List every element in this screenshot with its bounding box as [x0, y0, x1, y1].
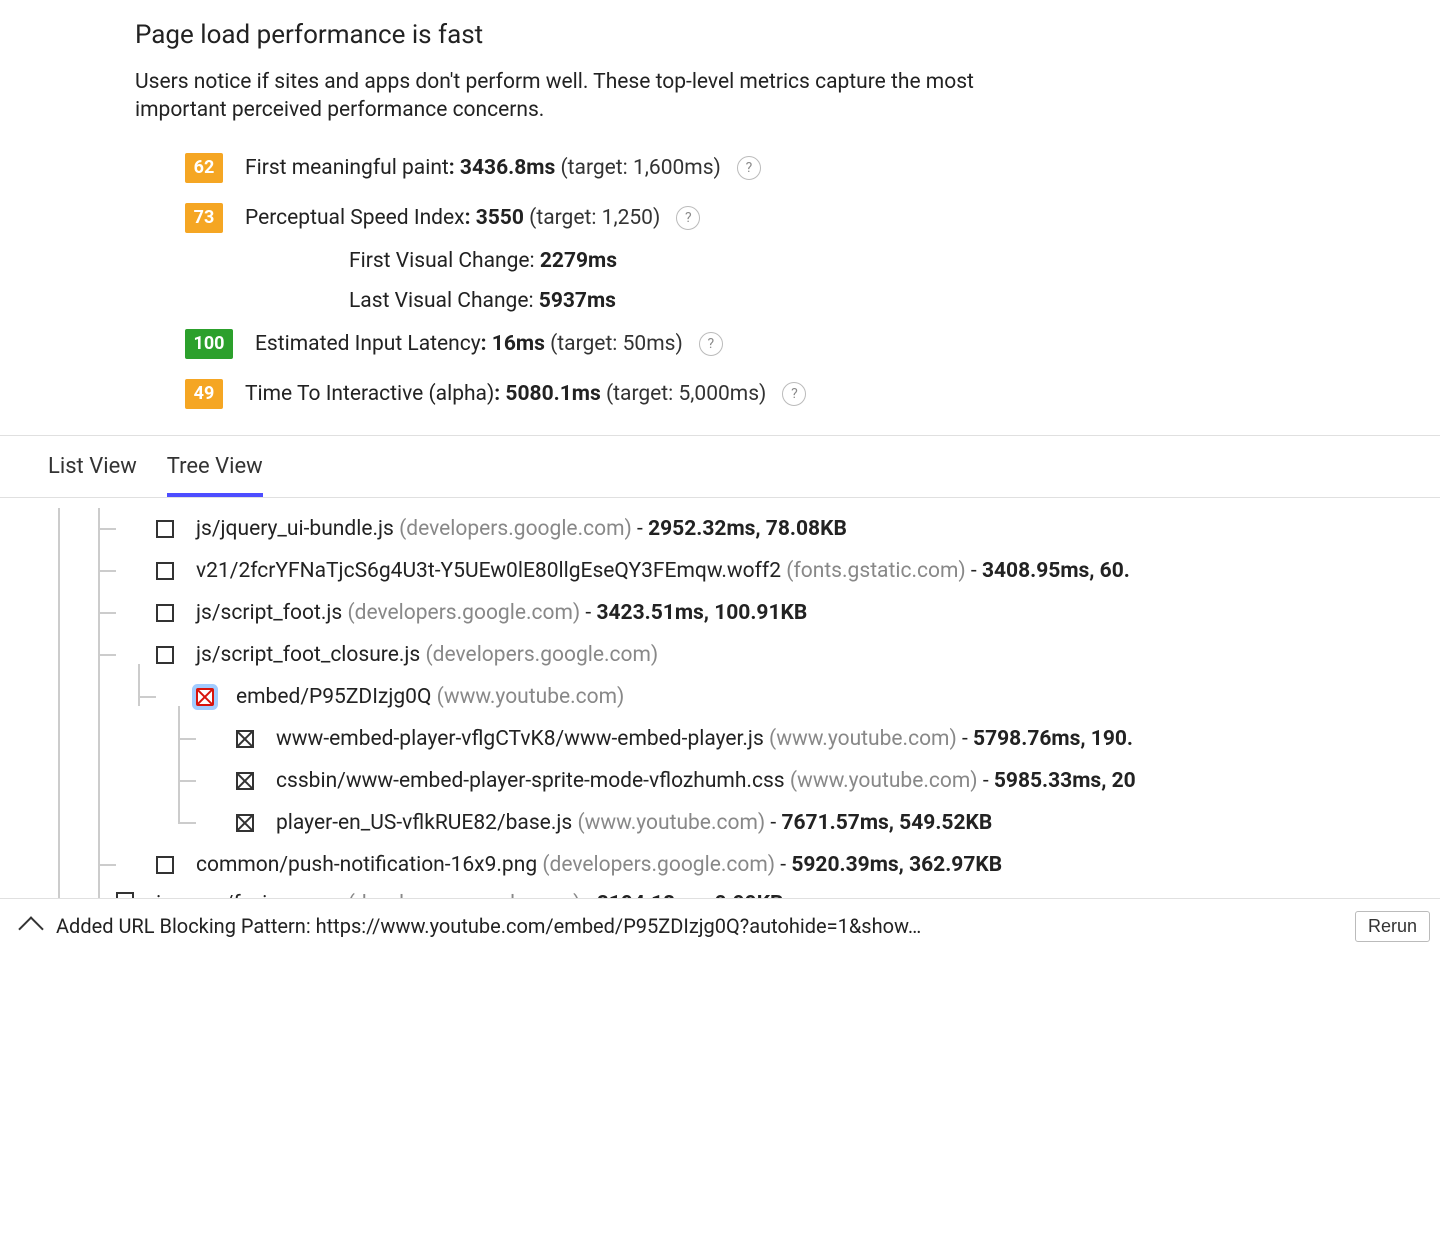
score-badge: 62 — [185, 153, 223, 183]
resource-label: www-embed-player-vflgCTvK8/www-embed-pla… — [276, 727, 1133, 751]
block-checkbox[interactable] — [156, 646, 174, 664]
tree-row: js/jquery_ui-bundle.js (developers.googl… — [40, 508, 1440, 550]
metric-row: 62 First meaningful paint: 3436.8ms (targ… — [185, 153, 1440, 183]
section-title: Page load performance is fast — [135, 20, 1440, 50]
block-checkbox[interactable] — [156, 520, 174, 538]
resource-label: common/push-notification-16x9.png (devel… — [196, 853, 1002, 877]
block-checkbox[interactable] — [116, 892, 134, 898]
tree-row: v21/2fcrYFNaTjcS6g4U3t-Y5UEw0lE80llgEseQ… — [40, 550, 1440, 592]
metric-row: 100 Estimated Input Latency: 16ms (target… — [185, 329, 1440, 359]
tree-row: www-embed-player-vflgCTvK8/www-embed-pla… — [40, 718, 1440, 760]
tree-row: js/script_foot.js (developers.google.com… — [40, 592, 1440, 634]
block-checkbox[interactable] — [236, 814, 254, 832]
tree-row: embed/P95ZDIzjg0Q (www.youtube.com) — [40, 676, 1440, 718]
block-checkbox[interactable] — [236, 772, 254, 790]
tree-row: cssbin/www-embed-player-sprite-mode-vflo… — [40, 760, 1440, 802]
resource-label: js/script_foot.js (developers.google.com… — [196, 601, 807, 625]
section-description: Users notice if sites and apps don't per… — [135, 68, 1055, 125]
block-checkbox[interactable] — [236, 730, 254, 748]
status-message: Added URL Blocking Pattern: https://www.… — [56, 914, 1339, 938]
resource-label: cssbin/www-embed-player-sprite-mode-vflo… — [276, 769, 1136, 793]
sub-metric-row: First Visual Change: 2279ms — [349, 249, 1440, 273]
help-icon[interactable]: ? — [699, 332, 723, 356]
metric-label: First meaningful paint: 3436.8ms (target… — [245, 156, 721, 180]
metric-row: 49 Time To Interactive (alpha): 5080.1ms … — [185, 379, 1440, 409]
metric-label: Estimated Input Latency: 16ms (target: 5… — [255, 332, 683, 356]
tab-list-view[interactable]: List View — [48, 436, 137, 497]
score-badge: 100 — [185, 329, 233, 359]
resource-label: js/jquery_ui-bundle.js (developers.googl… — [196, 517, 847, 541]
block-checkbox[interactable] — [156, 604, 174, 622]
status-bar: Added URL Blocking Pattern: https://www.… — [0, 898, 1440, 954]
view-tabs: List View Tree View — [0, 435, 1440, 498]
resource-label: v21/2fcrYFNaTjcS6g4U3t-Y5UEw0lE80llgEseQ… — [196, 559, 1130, 583]
resource-label: images/favicon.png (developers.google.co… — [156, 892, 783, 898]
tree-row: js/script_foot_closure.js (developers.go… — [40, 634, 1440, 676]
tree-view-area: js/jquery_ui-bundle.js (developers.googl… — [0, 498, 1440, 898]
resource-label: embed/P95ZDIzjg0Q (www.youtube.com) — [236, 685, 624, 709]
metrics-list: 62 First meaningful paint: 3436.8ms (targ… — [135, 153, 1440, 409]
tab-tree-view[interactable]: Tree View — [167, 436, 263, 497]
tree-row: images/favicon.png (developers.google.co… — [40, 886, 1440, 898]
block-checkbox[interactable] — [156, 562, 174, 580]
chevron-up-icon[interactable] — [18, 916, 43, 941]
score-badge: 73 — [185, 203, 223, 233]
metric-label: Time To Interactive (alpha): 5080.1ms (t… — [245, 382, 766, 406]
block-checkbox[interactable] — [196, 688, 214, 706]
resource-label: player-en_US-vflkRUE82/base.js (www.yout… — [276, 811, 992, 835]
tree-row: common/push-notification-16x9.png (devel… — [40, 844, 1440, 886]
metric-label: Perceptual Speed Index: 3550 (target: 1,… — [245, 206, 660, 230]
block-checkbox[interactable] — [156, 856, 174, 874]
score-badge: 49 — [185, 379, 223, 409]
sub-metrics: First Visual Change: 2279ms Last Visual C… — [185, 249, 1440, 313]
performance-section: Page load performance is fast Users noti… — [0, 0, 1440, 409]
tree-row: player-en_US-vflkRUE82/base.js (www.yout… — [40, 802, 1440, 844]
rerun-button[interactable]: Rerun — [1355, 911, 1430, 942]
help-icon[interactable]: ? — [782, 382, 806, 406]
sub-metric-row: Last Visual Change: 5937ms — [349, 289, 1440, 313]
resource-label: js/script_foot_closure.js (developers.go… — [196, 643, 658, 667]
metric-row: 73 Perceptual Speed Index: 3550 (target: … — [185, 203, 1440, 233]
help-icon[interactable]: ? — [737, 156, 761, 180]
help-icon[interactable]: ? — [676, 206, 700, 230]
